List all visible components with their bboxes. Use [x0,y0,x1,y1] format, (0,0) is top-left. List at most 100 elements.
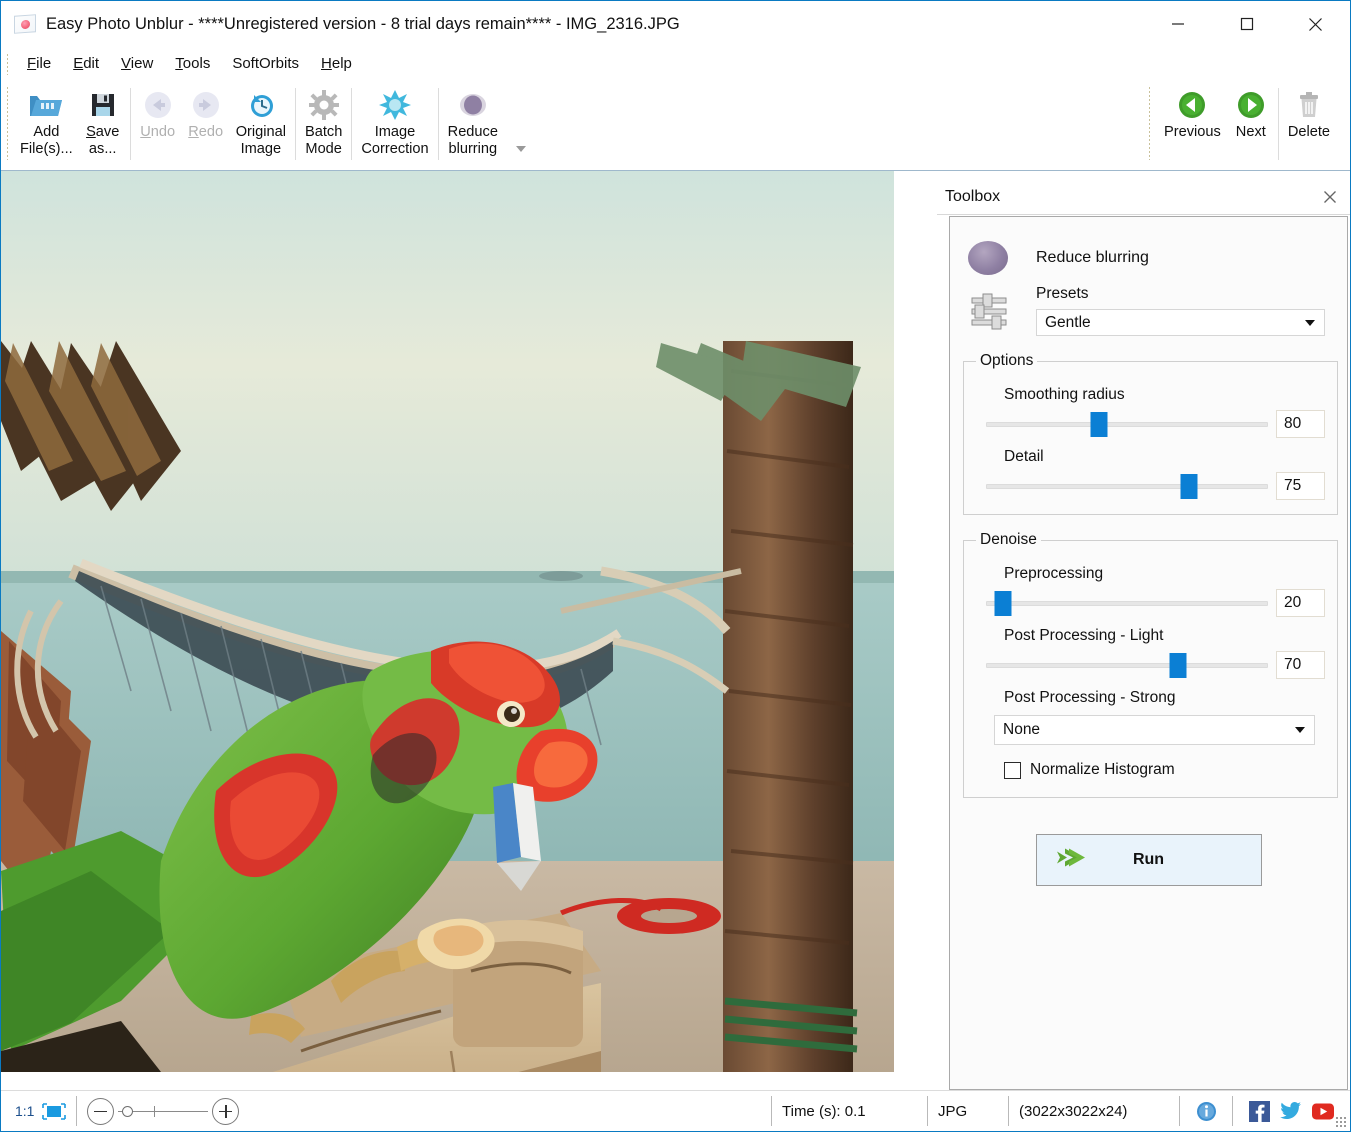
info-icon[interactable] [1195,1100,1217,1122]
reduce-blurring-label-line1: Reduce [448,124,498,141]
menu-item-softorbits[interactable]: SoftOrbits [221,51,310,76]
undo-button[interactable]: Undo [134,80,182,141]
slider-thumb[interactable] [1169,653,1186,678]
slider-thumb[interactable] [994,591,1011,616]
next-button[interactable]: Next [1227,80,1275,141]
application-window: Easy Photo Unblur - ****Unregistered ver… [0,0,1351,1132]
twitter-icon[interactable] [1280,1100,1302,1122]
undo-arrow-icon [142,86,174,124]
preprocessing-slider[interactable] [986,590,1268,616]
presets-value: Gentle [1045,314,1091,332]
redo-label: Redo [188,124,223,141]
clock-revert-icon [245,86,277,124]
status-separator-3 [927,1096,928,1126]
smoothing-radius-row: 80 [976,410,1325,438]
redo-button[interactable]: Redo [182,80,230,141]
preprocessing-label: Preprocessing [1004,565,1325,583]
smoothing-radius-slider[interactable] [986,411,1268,437]
normalize-histogram-row[interactable]: Normalize Histogram [1004,761,1325,779]
denoise-group: Denoise Preprocessing 20 Post Processing… [963,531,1338,798]
status-separator-6 [1232,1096,1233,1126]
presets-label: Presets [1036,285,1325,303]
slider-track [986,601,1268,606]
close-button[interactable] [1281,1,1350,47]
preprocessing-row: 20 [976,589,1325,617]
trash-icon [1295,86,1323,124]
title-bar: Easy Photo Unblur - ****Unregistered ver… [1,1,1350,47]
menu-item-tools[interactable]: Tools [164,51,221,76]
presets-dropdown[interactable]: Gentle [1036,309,1325,336]
facebook-icon[interactable] [1248,1100,1270,1122]
add-files-button[interactable]: Add File(s)... [14,80,79,158]
toolbox-header: Toolbox [937,179,1350,215]
toolbox-panel: Toolbox Reduce blurring [937,179,1350,1091]
presets-column: Presets Gentle [1036,285,1347,336]
post-processing-strong-label: Post Processing - Strong [1004,689,1325,707]
status-bar: 1:1 Time (s): 0.1 JPG (3022x3022x24) [1,1090,1350,1131]
toolbox-title: Toolbox [945,188,1000,206]
toolbar-separator-2 [295,88,296,160]
menu-item-help[interactable]: Help [310,51,363,76]
preprocessing-value[interactable]: 20 [1276,589,1325,617]
post-processing-strong-dropdown[interactable]: None [994,715,1315,745]
previous-button[interactable]: Previous [1158,80,1227,141]
green-run-arrow-icon [1055,845,1089,876]
menu-item-file[interactable]: FFileile [16,51,62,76]
open-folder-icon [28,86,64,124]
detail-label: Detail [1004,448,1325,466]
slider-thumb[interactable] [1181,474,1198,499]
run-button[interactable]: Run [1036,834,1262,886]
purple-orb-icon [968,241,1008,275]
toolbar-separator-3 [351,88,352,160]
zoom-out-icon[interactable] [87,1098,114,1125]
toolbar-overflow-icon[interactable] [514,142,528,156]
format-status: JPG [938,1103,998,1120]
batch-mode-button[interactable]: Batch Mode [299,80,348,158]
smoothing-radius-label: Smoothing radius [1004,386,1325,404]
photo-flower-icon [14,14,36,34]
blue-burst-icon [378,86,412,124]
chevron-down-icon [1295,727,1305,733]
fit-to-screen-icon[interactable] [42,1103,66,1120]
zoom-in-icon[interactable] [212,1098,239,1125]
detail-slider[interactable] [986,473,1268,499]
save-as-label-line2: as... [89,141,117,158]
menu-grip[interactable] [6,53,10,75]
batch-mode-label-line1: Batch [305,124,342,141]
slider-thumb[interactable] [1090,412,1107,437]
toolbar-grip[interactable] [6,86,10,160]
menu-item-edit[interactable]: Edit [62,51,110,76]
reduce-blurring-button[interactable]: Reduce blurring [442,80,504,158]
options-legend: Options [976,352,1037,370]
zoom-slider[interactable] [118,1099,208,1123]
status-separator-5 [1179,1096,1180,1126]
delete-button[interactable]: Delete [1282,80,1336,141]
image-correction-button[interactable]: Image Correction [355,80,434,158]
normalize-histogram-checkbox[interactable] [1004,762,1021,779]
tool-name-label: Reduce blurring [1036,249,1149,267]
resize-grip[interactable] [1335,1116,1347,1128]
youtube-icon[interactable] [1312,1100,1334,1122]
image-canvas[interactable] [1,171,894,1072]
minimize-button[interactable] [1143,1,1212,47]
smoothing-radius-value[interactable]: 80 [1276,410,1325,438]
green-right-arrow-icon [1236,86,1266,124]
toolbar-separator-6 [1278,88,1279,160]
sliders-settings-icon [968,289,1012,333]
maximize-button[interactable] [1212,1,1281,47]
post-processing-light-value[interactable]: 70 [1276,651,1325,679]
zoom-slider-thumb[interactable] [122,1106,133,1117]
status-separator-2 [771,1096,772,1126]
detail-row: 75 [976,472,1325,500]
purple-orb-icon [457,86,489,124]
toolbar-separator-5 [1148,86,1152,160]
post-processing-light-slider[interactable] [986,652,1268,678]
menu-item-view[interactable]: View [110,51,164,76]
detail-value[interactable]: 75 [1276,472,1325,500]
toolbox-close-icon[interactable] [1320,187,1340,207]
save-as-button[interactable]: Save as... [79,80,127,158]
status-separator-4 [1008,1096,1009,1126]
post-processing-light-label: Post Processing - Light [1004,627,1325,645]
original-image-button[interactable]: Original Image [230,80,292,158]
toolbar-overflow-area[interactable] [504,80,530,160]
